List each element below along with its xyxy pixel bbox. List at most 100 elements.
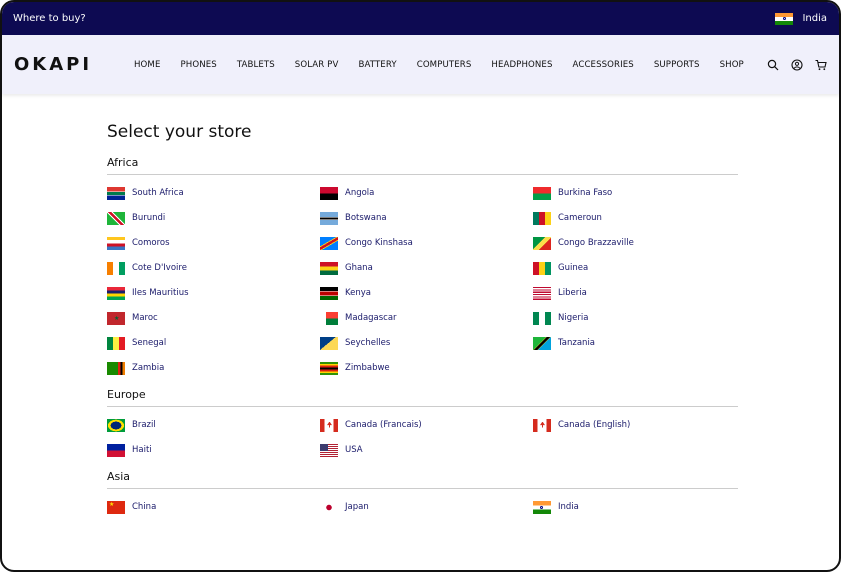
nav-link-supports[interactable]: SUPPORTS (644, 60, 710, 70)
store-link-kenya[interactable]: Kenya (320, 285, 533, 301)
region-heading: Asia (107, 470, 738, 489)
store-link-usa[interactable]: USA (320, 442, 533, 458)
store-link-canada-english-[interactable]: Canada (English) (533, 417, 738, 433)
store-label: Ghana (345, 263, 373, 273)
store-link-madagascar[interactable]: Madagascar (320, 310, 533, 326)
flag-zw-icon (320, 361, 338, 375)
store-link-congo-brazzaville[interactable]: Congo Brazzaville (533, 235, 738, 251)
store-label: Botswana (345, 213, 387, 223)
nav-link-home[interactable]: HOME (124, 60, 170, 70)
flag-ma-icon: ★ (107, 311, 125, 325)
where-to-buy-label[interactable]: Where to buy? (13, 13, 86, 24)
store-link-south-africa[interactable]: South Africa (107, 185, 320, 201)
flag-br-icon (107, 418, 125, 432)
store-label: Iles Mauritius (132, 288, 189, 298)
store-label: Madagascar (345, 313, 397, 323)
store-label: Maroc (132, 313, 158, 323)
store-link-burundi[interactable]: Burundi (107, 210, 320, 226)
store-label: Liberia (558, 288, 587, 298)
store-label: South Africa (132, 188, 184, 198)
region-heading: Europe (107, 388, 738, 407)
nav-link-battery[interactable]: BATTERY (348, 60, 406, 70)
header-tools (767, 58, 827, 71)
flag-gn-icon (533, 261, 551, 275)
store-grid: Brazil Canada (Francais) Canada (English) H… (107, 417, 738, 458)
flag-bw-icon (320, 211, 338, 225)
store-link-japan[interactable]: Japan (320, 499, 533, 515)
store-link-haiti[interactable]: Haiti (107, 442, 320, 458)
store-link-burkina-faso[interactable]: Burkina Faso (533, 185, 738, 201)
store-label: Zambia (132, 363, 165, 373)
store-link-canada-francais-[interactable]: Canada (Francais) (320, 417, 533, 433)
flag-bf-icon (533, 186, 551, 200)
nav-link-accessories[interactable]: ACCESSORIES (563, 60, 644, 70)
store-label: Burkina Faso (558, 188, 613, 198)
store-link-zimbabwe[interactable]: Zimbabwe (320, 360, 533, 376)
nav-link-solar-pv[interactable]: SOLAR PV (285, 60, 349, 70)
store-link-china[interactable]: ★ China (107, 499, 320, 515)
store-label: USA (345, 445, 363, 455)
store-link-zambia[interactable]: Zambia (107, 360, 320, 376)
store-link-iles-mauritius[interactable]: Iles Mauritius (107, 285, 320, 301)
flag-lr-icon (533, 286, 551, 300)
store-link-nigeria[interactable]: Nigeria (533, 310, 738, 326)
store-label: Angola (345, 188, 375, 198)
store-label: Brazil (132, 420, 156, 430)
store-label: Canada (English) (558, 420, 631, 430)
store-label: Haiti (132, 445, 152, 455)
store-link-comoros[interactable]: Comoros (107, 235, 320, 251)
nav-link-headphones[interactable]: HEADPHONES (481, 60, 562, 70)
flag-ca-icon (533, 418, 551, 432)
flag-in-icon (533, 500, 551, 514)
search-icon[interactable] (767, 59, 779, 71)
nav-link-tablets[interactable]: TABLETS (227, 60, 285, 70)
store-label: India (558, 502, 579, 512)
store-link-india[interactable]: India (533, 499, 738, 515)
top-bar: Where to buy? India (2, 2, 839, 35)
flag-ht-icon (107, 443, 125, 457)
store-link-brazil[interactable]: Brazil (107, 417, 320, 433)
store-label: Congo Brazzaville (558, 238, 634, 248)
nav-link-phones[interactable]: PHONES (170, 60, 226, 70)
page-title: Select your store (107, 122, 252, 142)
store-selector: Select your store Africa South Africa Ango… (107, 122, 738, 527)
cart-icon[interactable] (815, 59, 827, 71)
store-label: Canada (Francais) (345, 420, 422, 430)
store-link-angola[interactable]: Angola (320, 185, 533, 201)
user-icon[interactable] (791, 58, 803, 71)
store-link-tanzania[interactable]: Tanzania (533, 335, 738, 351)
main-navbar: OKAPI HOME PHONES TABLETS SOLAR PV BATTERY CO… (2, 35, 839, 94)
store-link-cameroun[interactable]: Cameroun (533, 210, 738, 226)
store-link-congo-kinshasa[interactable]: Congo Kinshasa (320, 235, 533, 251)
store-label: Zimbabwe (345, 363, 390, 373)
store-link-ghana[interactable]: Ghana (320, 260, 533, 276)
flag-mu-icon (107, 286, 125, 300)
country-selector[interactable]: India (775, 12, 827, 25)
store-label: Tanzania (558, 338, 596, 348)
brand-logo[interactable]: OKAPI (14, 54, 106, 75)
store-label: Seychelles (345, 338, 391, 348)
flag-tz-icon (533, 336, 551, 350)
store-link-cote-d-ivoire[interactable]: Cote D'Ivoire (107, 260, 320, 276)
flag-ke-icon (320, 286, 338, 300)
store-label: Comoros (132, 238, 170, 248)
flag-ca-icon (320, 418, 338, 432)
store-link-seychelles[interactable]: Seychelles (320, 335, 533, 351)
store-link-guinea[interactable]: Guinea (533, 260, 738, 276)
store-link-liberia[interactable]: Liberia (533, 285, 738, 301)
store-link-maroc[interactable]: ★ Maroc (107, 310, 320, 326)
store-link-botswana[interactable]: Botswana (320, 210, 533, 226)
store-label: Senegal (132, 338, 167, 348)
store-link-senegal[interactable]: Senegal (107, 335, 320, 351)
flag-bi-icon (107, 211, 125, 225)
country-label: India (802, 13, 827, 24)
region-europe: Europe Brazil Canada (Francais) Canada (Eng… (107, 388, 738, 458)
store-grid: South Africa Angola Burkina Faso Burundi Bot… (107, 185, 738, 376)
nav-link-computers[interactable]: COMPUTERS (407, 60, 482, 70)
flag-mg-icon (320, 311, 338, 325)
region-africa: Africa South Africa Angola Burkina Faso Buru… (107, 156, 738, 376)
flag-za-icon (107, 186, 125, 200)
store-label: Burundi (132, 213, 166, 223)
nav-link-shop[interactable]: SHOP (710, 60, 754, 70)
flag-cm-icon (533, 211, 551, 225)
